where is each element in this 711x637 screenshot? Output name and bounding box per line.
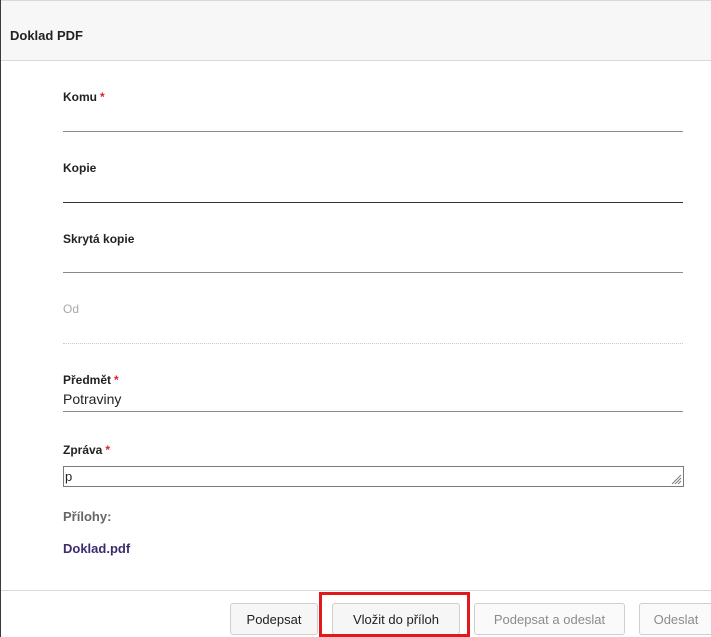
attachments-label: Přílohy: <box>63 509 112 524</box>
to-input[interactable] <box>63 131 683 132</box>
message-label: Zpráva * <box>63 443 110 457</box>
subject-label-text: Předmět <box>63 373 112 387</box>
dialog-header: Doklad PDF <box>1 0 711 61</box>
to-label: Komu * <box>63 90 105 104</box>
send-button[interactable]: Odeslat <box>639 603 711 635</box>
subject-input[interactable]: Potraviny <box>63 391 121 407</box>
to-label-text: Komu <box>63 90 97 104</box>
sign-button[interactable]: Podepsat <box>230 603 318 635</box>
message-textarea[interactable]: p <box>63 466 684 487</box>
pdf-document-dialog: Doklad PDF Komu * Kopie Skrytá kopie Od P… <box>0 0 711 637</box>
subject-label: Předmět * <box>63 373 119 387</box>
subject-required-mark: * <box>114 373 119 387</box>
attachment-link[interactable]: Doklad.pdf <box>63 541 130 556</box>
bcc-input[interactable] <box>63 272 683 273</box>
message-text: p <box>65 469 73 484</box>
resize-handle-icon[interactable] <box>670 473 682 485</box>
from-input <box>63 343 683 344</box>
to-required-mark: * <box>100 90 105 104</box>
sign-and-send-button[interactable]: Podepsat a odeslat <box>474 603 625 635</box>
dialog-title: Doklad PDF <box>10 28 83 43</box>
insert-attachments-button[interactable]: Vložit do příloh <box>332 603 460 635</box>
bcc-label: Skrytá kopie <box>63 232 135 246</box>
message-required-mark: * <box>105 443 111 457</box>
subject-underline <box>63 411 683 412</box>
cc-label: Kopie <box>63 161 97 175</box>
message-label-text: Zpráva <box>63 443 103 457</box>
cc-input[interactable] <box>63 202 683 203</box>
from-label: Od <box>63 302 80 316</box>
